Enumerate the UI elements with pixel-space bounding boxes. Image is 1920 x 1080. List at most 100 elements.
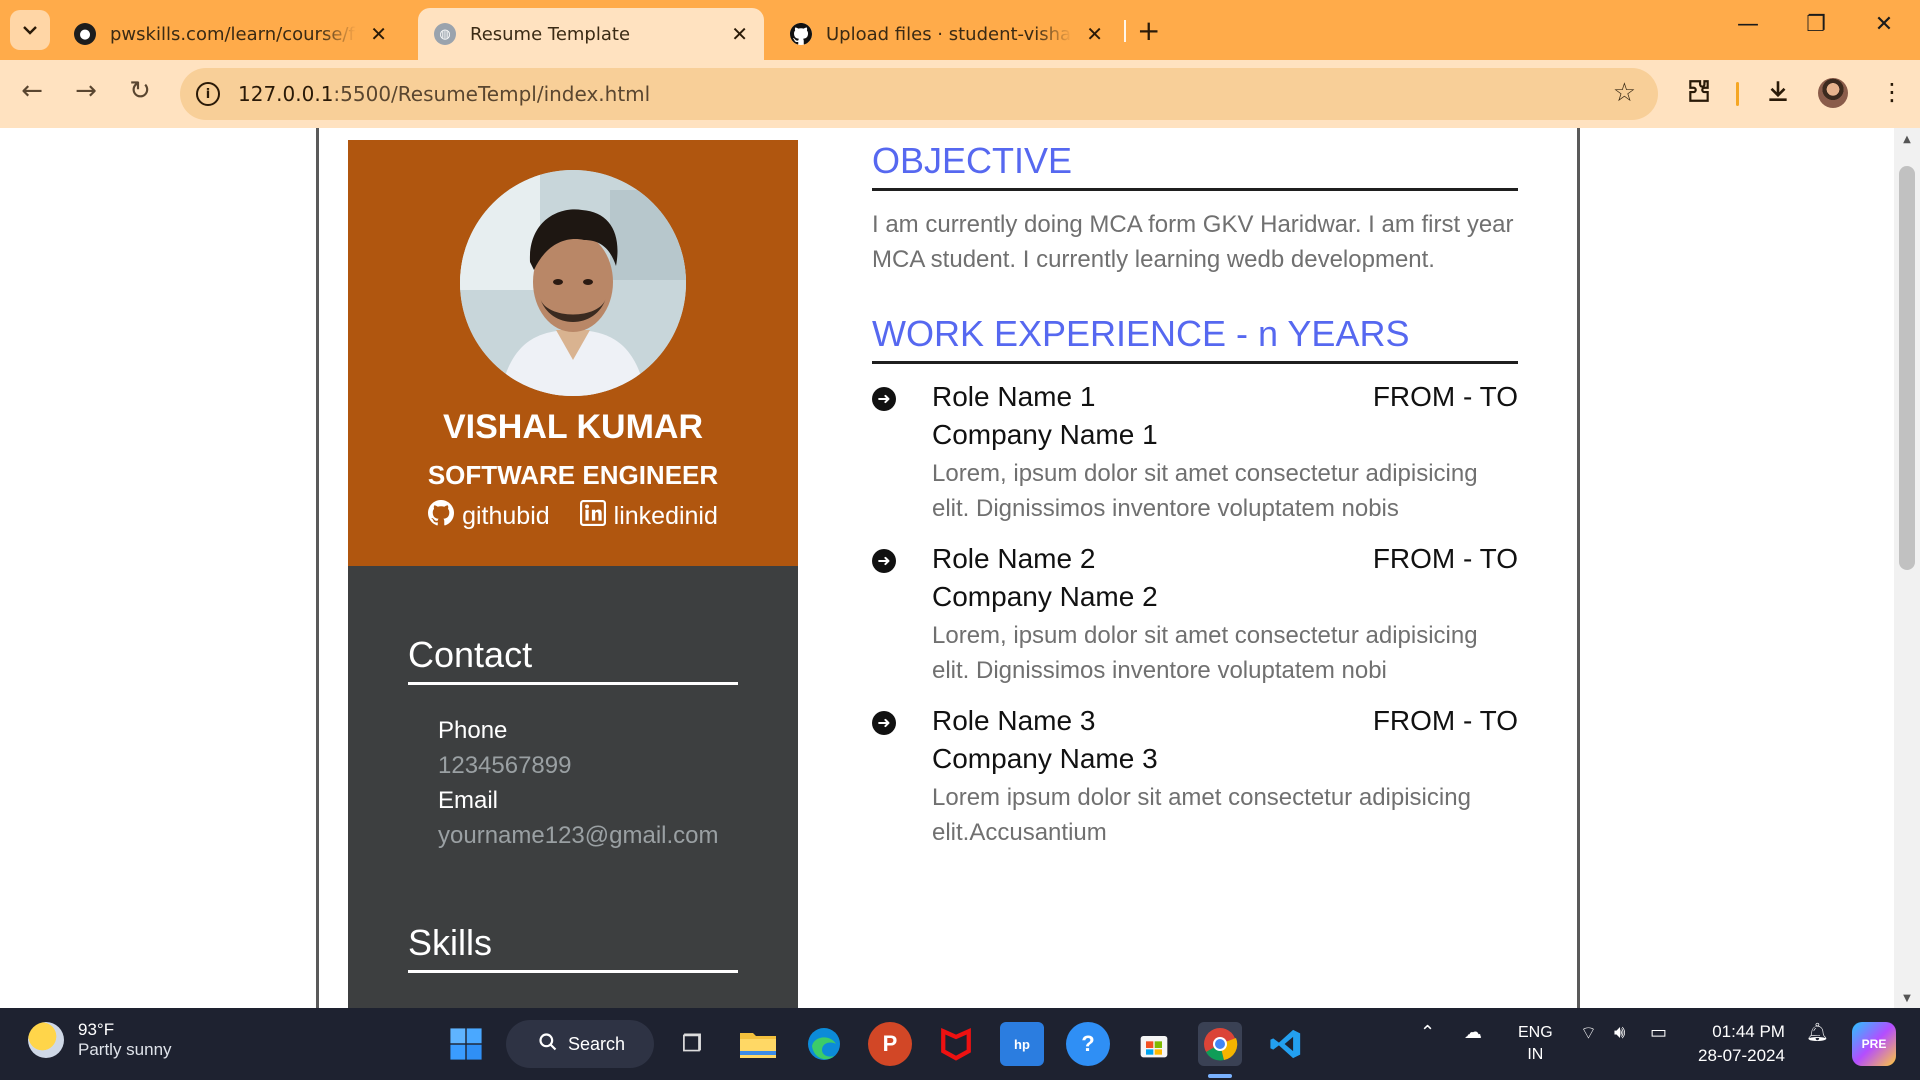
pwskills-favicon: ● (74, 23, 96, 45)
bookmark-star-icon[interactable]: ☆ (1613, 78, 1636, 108)
job-period: FROM - TO (1372, 705, 1518, 736)
clock-time: 01:44 PM (1712, 1022, 1785, 1041)
copilot-icon[interactable]: PRE (1852, 1022, 1896, 1066)
role-name: Role Name 2 (932, 543, 1096, 574)
battery-icon[interactable]: ▭ (1650, 1022, 1667, 1043)
resume-main: OBJECTIVE I am currently doing MCA form … (872, 140, 1518, 850)
phone-label: Phone (438, 717, 508, 744)
close-tab-icon[interactable]: ✕ (1086, 22, 1103, 46)
github-label: githubid (462, 502, 550, 530)
system-clock[interactable]: 01:44 PM 28-07-2024 (1698, 1020, 1785, 1068)
back-arrow-icon[interactable]: ← (14, 76, 50, 106)
linkedin-link[interactable]: linkedinid (579, 500, 718, 533)
weather-widget[interactable]: 93°F Partly sunny (28, 1020, 172, 1060)
linkedin-label: linkedinid (613, 502, 718, 530)
role-name: Role Name 3 (932, 705, 1096, 736)
file-explorer-icon[interactable] (736, 1022, 780, 1066)
social-links: githubid linkedinid (348, 500, 798, 533)
download-icon[interactable] (1765, 78, 1791, 110)
job-item: ➜ Role Name 1 FROM - TO Company Name 1 Lo… (872, 380, 1518, 526)
skills-section: Skills (408, 922, 738, 973)
resume-sidebar: VISHAL KUMAR SOFTWARE ENGINEER githubid … (348, 140, 798, 1008)
region-code: IN (1527, 1046, 1544, 1063)
site-info-icon[interactable]: i (196, 82, 220, 106)
browser-tab-bar: ● pwskills.com/learn/course/full-s ✕ ◍ R… (0, 0, 1920, 60)
new-tab-icon[interactable]: + (1137, 14, 1160, 47)
notification-bell-icon[interactable]: 🔔︎ (1806, 1022, 1829, 1043)
clock-date: 28-07-2024 (1698, 1046, 1785, 1065)
extensions-icon[interactable] (1686, 78, 1712, 110)
weather-condition: Partly sunny (78, 1040, 172, 1059)
edge-icon[interactable] (802, 1022, 846, 1066)
work-experience-heading: WORK EXPERIENCE - n YEARS (872, 313, 1518, 364)
contact-heading: Contact (408, 634, 738, 685)
github-favicon (790, 23, 812, 45)
language-indicator[interactable]: ENG IN (1518, 1022, 1553, 1066)
profile-avatar[interactable] (1818, 78, 1848, 108)
scrollbar-thumb[interactable] (1899, 166, 1915, 570)
job-period: FROM - TO (1372, 543, 1518, 574)
forward-arrow-icon[interactable]: → (68, 76, 104, 106)
volume-icon[interactable]: 🔊︎ (1614, 1022, 1625, 1043)
powerpoint-icon[interactable]: P (868, 1022, 912, 1066)
address-bar[interactable]: i 127.0.0.1:5500/ResumeTempl/index.html … (180, 68, 1658, 120)
tab-title: Resume Template (470, 23, 631, 45)
onedrive-icon[interactable]: ☁ (1464, 1022, 1482, 1043)
url-path: :5500/ResumeTempl/index.html (333, 82, 651, 106)
tab-upload-files[interactable]: Upload files · student-vishalkun ✕ (774, 8, 1119, 60)
tab-pwskills[interactable]: ● pwskills.com/learn/course/full-s ✕ (58, 8, 403, 60)
github-link[interactable]: githubid (428, 500, 550, 533)
vscode-icon[interactable] (1264, 1022, 1308, 1066)
job-item: ➜ Role Name 3 FROM - TO Company Name 3 Lo… (872, 704, 1518, 850)
company-name: Company Name 2 (932, 581, 1158, 612)
tab-resume-template[interactable]: ◍ Resume Template ✕ (418, 8, 764, 60)
reload-icon[interactable]: ↻ (122, 76, 158, 106)
close-window-icon[interactable]: ✕ (1864, 12, 1904, 37)
wifi-icon[interactable]: ⌔ (1580, 1022, 1597, 1045)
vertical-scrollbar[interactable]: ▲ ▼ (1894, 128, 1920, 1008)
windows-taskbar: 93°F Partly sunny Search ❐ P hp ? ⌃ ☁ EN… (0, 1008, 1920, 1080)
browser-toolbar: ← → ↻ i 127.0.0.1:5500/ResumeTempl/index… (0, 60, 1920, 128)
active-app-indicator (1208, 1074, 1232, 1078)
partly-sunny-icon (28, 1022, 64, 1058)
email-value: yourname123@gmail.com (438, 822, 719, 849)
arrow-circle-icon: ➜ (872, 549, 896, 573)
job-item: ➜ Role Name 2 FROM - TO Company Name 2 Lo… (872, 542, 1518, 688)
arrow-circle-icon: ➜ (872, 387, 896, 411)
url-text[interactable]: 127.0.0.1:5500/ResumeTempl/index.html (238, 82, 650, 106)
github-icon (428, 500, 455, 533)
microsoft-store-icon[interactable] (1132, 1022, 1176, 1066)
menu-icon[interactable]: ⋮ (1880, 78, 1904, 106)
chrome-icon[interactable] (1198, 1022, 1242, 1066)
url-host: 127.0.0.1 (238, 82, 334, 106)
tab-title: pwskills.com/learn/course/full-s (110, 23, 356, 45)
restore-icon[interactable]: ❐ (1796, 12, 1836, 37)
email-label: Email (438, 787, 499, 814)
person-name: VISHAL KUMAR (442, 408, 704, 446)
task-view-icon[interactable]: ❐ (670, 1022, 714, 1066)
job-period: FROM - TO (1372, 381, 1518, 412)
globe-favicon: ◍ (434, 23, 456, 45)
search-label: Search (568, 1033, 626, 1054)
objective-text: I am currently doing MCA form GKV Haridw… (872, 211, 1514, 273)
tab-search-icon[interactable] (10, 10, 50, 50)
myhp-icon[interactable]: hp (1000, 1022, 1044, 1066)
scroll-down-icon[interactable]: ▼ (1894, 993, 1920, 1004)
page-viewport: VISHAL KUMAR SOFTWARE ENGINEER githubid … (0, 128, 1920, 1008)
language-code: ENG (1518, 1024, 1553, 1041)
show-hidden-icons[interactable]: ⌃ (1420, 1022, 1435, 1043)
arrow-circle-icon: ➜ (872, 711, 896, 735)
mcafee-icon[interactable] (934, 1022, 978, 1066)
close-tab-icon[interactable]: ✕ (370, 22, 387, 46)
profile-card: VISHAL KUMAR SOFTWARE ENGINEER githubid … (348, 140, 798, 566)
temperature: 93°F (78, 1020, 115, 1039)
minimize-icon[interactable]: — (1728, 12, 1768, 37)
scroll-up-icon[interactable]: ▲ (1894, 134, 1920, 145)
profile-photo (460, 170, 686, 396)
help-icon[interactable]: ? (1066, 1022, 1110, 1066)
close-tab-icon[interactable]: ✕ (731, 22, 748, 46)
taskbar-search[interactable]: Search (506, 1020, 654, 1068)
search-icon (538, 1032, 558, 1057)
role-name: Role Name 1 (932, 381, 1096, 412)
windows-start-icon[interactable] (444, 1022, 488, 1066)
